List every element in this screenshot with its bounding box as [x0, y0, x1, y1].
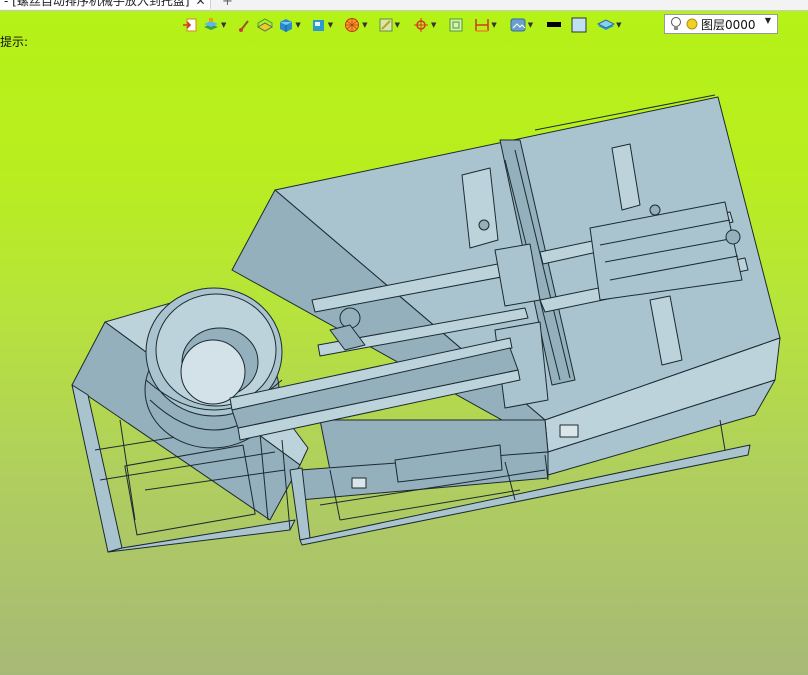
machine-model	[71, 94, 781, 553]
model-viewport[interactable]	[0, 0, 808, 675]
